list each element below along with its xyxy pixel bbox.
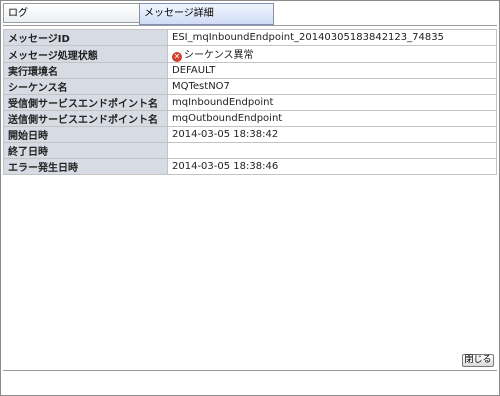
row-label: 送信側サービスエンドポイント名 bbox=[3, 110, 168, 127]
row-value: ESI_mqInboundEndpoint_20140305183842123_… bbox=[167, 29, 497, 46]
footer-divider bbox=[3, 370, 497, 371]
row-value: 2014-03-05 18:38:46 bbox=[167, 158, 497, 175]
row-label: 受信側サービスエンドポイント名 bbox=[3, 94, 168, 111]
tab-message-detail[interactable]: メッセージ詳細 bbox=[139, 3, 274, 25]
row-label: メッセージ処理状態 bbox=[3, 45, 168, 63]
message-detail-window: ログ メッセージ詳細 メッセージID ESI_mqInboundEndpoint… bbox=[0, 0, 500, 396]
close-button[interactable]: 閉じる bbox=[462, 354, 494, 367]
row-label: 終了日時 bbox=[3, 142, 168, 159]
table-row: 開始日時 2014-03-05 18:38:42 bbox=[3, 126, 497, 143]
table-row: 受信側サービスエンドポイント名 mqInboundEndpoint bbox=[3, 94, 497, 111]
row-value: mqInboundEndpoint bbox=[167, 94, 497, 111]
row-value: mqOutboundEndpoint bbox=[167, 110, 497, 127]
tab-bar: ログ メッセージ詳細 bbox=[3, 3, 497, 25]
status-cell: ✕ シーケンス異常 bbox=[167, 45, 497, 63]
table-row: エラー発生日時 2014-03-05 18:38:46 bbox=[3, 158, 497, 175]
tab-log[interactable]: ログ bbox=[3, 3, 139, 23]
row-label: エラー発生日時 bbox=[3, 158, 168, 175]
table-row: シーケンス名 MQTestNO7 bbox=[3, 78, 497, 95]
table-row: メッセージID ESI_mqInboundEndpoint_2014030518… bbox=[3, 29, 497, 46]
row-value: DEFAULT bbox=[167, 62, 497, 79]
table-row: 終了日時 bbox=[3, 142, 497, 159]
table-row: メッセージ処理状態 ✕ シーケンス異常 bbox=[3, 45, 497, 63]
row-value: 2014-03-05 18:38:42 bbox=[167, 126, 497, 143]
error-icon: ✕ bbox=[172, 52, 182, 62]
row-label: メッセージID bbox=[3, 29, 168, 46]
tab-divider bbox=[3, 25, 497, 26]
row-value bbox=[167, 142, 497, 159]
table-row: 実行環境名 DEFAULT bbox=[3, 62, 497, 79]
status-text: シーケンス異常 bbox=[184, 50, 254, 61]
row-label: 実行環境名 bbox=[3, 62, 168, 79]
table-row: 送信側サービスエンドポイント名 mqOutboundEndpoint bbox=[3, 110, 497, 127]
message-detail-table: メッセージID ESI_mqInboundEndpoint_2014030518… bbox=[3, 29, 497, 175]
row-value: MQTestNO7 bbox=[167, 78, 497, 95]
row-label: シーケンス名 bbox=[3, 78, 168, 95]
row-label: 開始日時 bbox=[3, 126, 168, 143]
